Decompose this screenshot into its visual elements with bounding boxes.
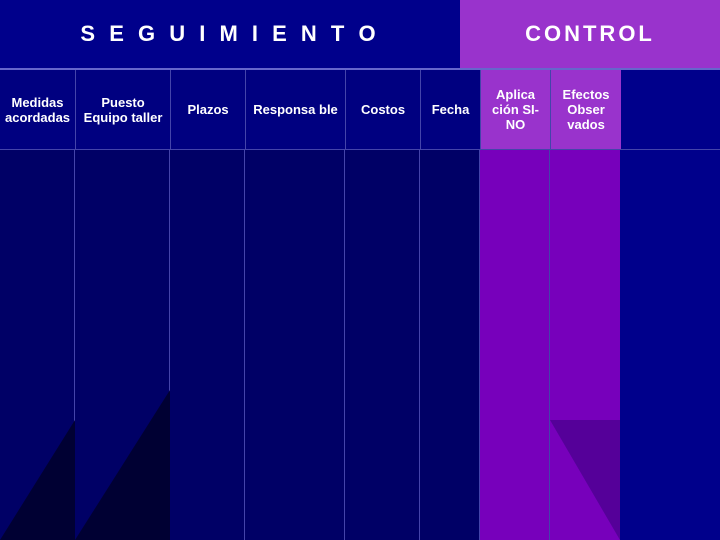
header-seguimiento: S E G U I M I E N T O xyxy=(0,0,460,70)
col-header-costos: Costos xyxy=(346,70,421,149)
col-header-efectos: Efectos Obser vados xyxy=(551,70,621,149)
columns-row: Medidas acordadas Puesto Equipo taller P… xyxy=(0,70,720,150)
header-row: S E G U I M I E N T O CONTROL xyxy=(0,0,720,70)
header-control: CONTROL xyxy=(460,0,720,70)
body-col-puesto xyxy=(75,150,170,540)
body-area xyxy=(0,150,720,540)
body-col-aplica xyxy=(480,150,550,540)
body-col-fecha xyxy=(420,150,480,540)
col-header-plazos: Plazos xyxy=(171,70,246,149)
body-col-medidas xyxy=(0,150,75,540)
seguimiento-title: S E G U I M I E N T O xyxy=(80,21,379,47)
body-col-costos xyxy=(345,150,420,540)
col-header-puesto: Puesto Equipo taller xyxy=(76,70,171,149)
col-header-responsa: Responsa ble xyxy=(246,70,346,149)
body-col-plazos xyxy=(170,150,245,540)
col-header-fecha: Fecha xyxy=(421,70,481,149)
control-title: CONTROL xyxy=(525,21,655,47)
col-header-medidas: Medidas acordadas xyxy=(0,70,76,149)
col-header-aplica: Aplica ción SI-NO xyxy=(481,70,551,149)
body-col-responsa xyxy=(245,150,345,540)
body-col-efectos xyxy=(550,150,620,540)
